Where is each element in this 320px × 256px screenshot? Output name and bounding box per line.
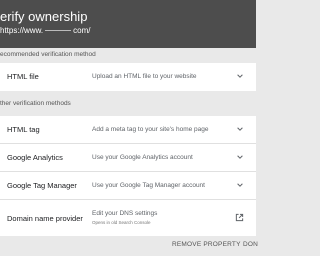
chevron-down-icon[interactable] xyxy=(236,72,244,80)
redacted-domain xyxy=(45,30,72,32)
method-row-google-analytics[interactable]: Google Analytics Use your Google Analyti… xyxy=(0,144,256,172)
method-description: Add a meta tag to your site's home page xyxy=(92,126,209,133)
remove-property-button[interactable]: REMOVE PROPERTY xyxy=(172,241,241,248)
other-methods-card: HTML tag Add a meta tag to your site's h… xyxy=(0,116,256,236)
other-section-label: ther verification methods xyxy=(0,100,71,107)
method-description: Upload an HTML file to your website xyxy=(92,73,197,80)
method-row-html-tag[interactable]: HTML tag Add a meta tag to your site's h… xyxy=(0,116,256,144)
method-description: Use your Google Analytics account xyxy=(92,154,193,161)
method-name: Google Tag Manager xyxy=(7,181,77,190)
recommended-card: HTML file Upload an HTML file to your we… xyxy=(0,63,256,91)
method-row-domain-name-provider[interactable]: Domain name provider Edit your DNS setti… xyxy=(0,200,256,236)
chevron-down-icon[interactable] xyxy=(236,181,244,189)
dialog-title: erify ownership xyxy=(0,9,88,24)
url-suffix: com/ xyxy=(73,26,91,35)
method-row-google-tag-manager[interactable]: Google Tag Manager Use your Google Tag M… xyxy=(0,172,256,200)
chevron-down-icon[interactable] xyxy=(236,125,244,133)
method-name: HTML tag xyxy=(7,125,40,134)
method-name: HTML file xyxy=(7,72,39,81)
method-name: Google Analytics xyxy=(7,153,63,162)
url-prefix: https://www. xyxy=(0,26,44,35)
property-url: https://www. com/ xyxy=(0,26,90,35)
method-name: Domain name provider xyxy=(7,214,83,223)
chevron-down-icon[interactable] xyxy=(236,153,244,161)
recommended-section-label: ecommended verification method xyxy=(0,51,96,58)
method-description: Edit your DNS settings xyxy=(92,210,158,217)
method-note: Opens in old Search Console xyxy=(92,220,151,225)
method-description: Use your Google Tag Manager account xyxy=(92,182,205,189)
done-button[interactable]: DON xyxy=(243,241,258,248)
external-link-icon[interactable] xyxy=(235,213,244,222)
dialog-header: erify ownership https://www. com/ xyxy=(0,0,256,48)
method-row-html-file[interactable]: HTML file Upload an HTML file to your we… xyxy=(0,63,256,91)
